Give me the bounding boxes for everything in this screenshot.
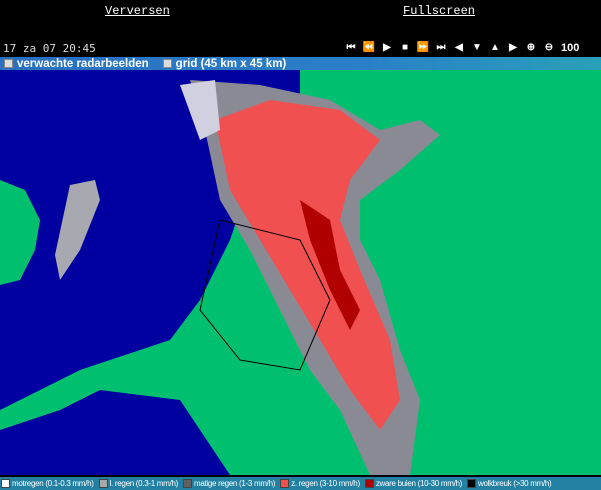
- legend-item: motregen (0.1-0.3 mm/h): [0, 479, 94, 488]
- legend-swatch: [280, 479, 290, 488]
- options-bar: verwachte radarbeelden grid (45 km x 45 …: [0, 57, 601, 70]
- fullscreen-link[interactable]: Fullscreen: [403, 4, 475, 18]
- pan-right-icon[interactable]: ▶: [505, 41, 521, 55]
- pan-up-icon[interactable]: ▲: [487, 41, 503, 55]
- legend-swatch: [98, 479, 108, 488]
- zoom-level: 100: [561, 42, 580, 54]
- legend-label: motregen (0.1-0.3 mm/h): [12, 479, 94, 488]
- legend-item: z. regen (3-10 mm/h): [279, 479, 360, 488]
- rewind-icon[interactable]: ⏪: [361, 41, 377, 55]
- checkbox-icon[interactable]: [162, 59, 172, 68]
- legend-label: wolkbreuk (>30 mm/h): [478, 479, 552, 488]
- grid-checkbox[interactable]: grid (45 km x 45 km): [159, 57, 287, 70]
- legend-swatch: [467, 479, 476, 488]
- legend-swatch: [1, 479, 10, 488]
- radar-map[interactable]: [0, 70, 601, 475]
- stop-icon[interactable]: ■: [397, 41, 413, 55]
- checkbox-icon[interactable]: [4, 59, 13, 68]
- legend-label: matige regen (1-3 mm/h): [193, 479, 276, 488]
- legend-item: l. regen (0.3-1 mm/h): [98, 479, 178, 488]
- last-frame-icon[interactable]: ⏭: [433, 41, 449, 55]
- legend-item: zware buien (10-30 mm/h): [364, 479, 462, 488]
- precipitation-legend: motregen (0.1-0.3 mm/h) l. regen (0.3-1 …: [0, 477, 601, 490]
- legend-label: zware buien (10-30 mm/h): [375, 479, 462, 488]
- radar-timestamp: 17 za 07 20:45: [3, 42, 96, 55]
- legend-item: wolkbreuk (>30 mm/h): [466, 479, 552, 488]
- pan-down-icon[interactable]: ▼: [469, 41, 485, 55]
- legend-label: z. regen (3-10 mm/h): [291, 479, 360, 488]
- fast-forward-icon[interactable]: ⏩: [415, 41, 431, 55]
- forecast-radar-label: verwachte radarbeelden: [17, 57, 149, 70]
- pan-left-icon[interactable]: ◀: [451, 41, 467, 55]
- zoom-out-icon[interactable]: ⊖: [541, 41, 557, 55]
- legend-item: matige regen (1-3 mm/h): [182, 479, 275, 488]
- legend-label: l. regen (0.3-1 mm/h): [109, 479, 179, 488]
- refresh-link[interactable]: Verversen: [105, 4, 170, 18]
- grid-label: grid (45 km x 45 km): [175, 57, 287, 70]
- forecast-radar-checkbox[interactable]: verwachte radarbeelden: [0, 58, 149, 70]
- first-frame-icon[interactable]: ⏮: [343, 41, 359, 55]
- legend-swatch: [364, 479, 374, 488]
- legend-swatch: [182, 479, 192, 488]
- zoom-in-icon[interactable]: ⊕: [523, 41, 539, 55]
- play-icon[interactable]: ▶: [379, 41, 395, 55]
- playback-controls: ⏮ ⏪ ▶ ■ ⏩ ⏭ ◀ ▼ ▲ ▶ ⊕ ⊖ 100: [343, 41, 599, 55]
